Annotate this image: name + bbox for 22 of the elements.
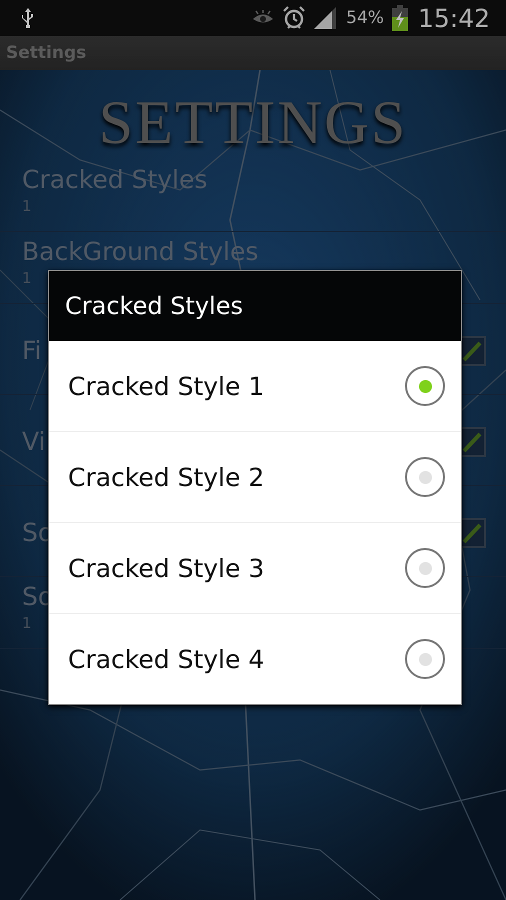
dialog-title: Cracked Styles xyxy=(65,292,243,320)
signal-icon xyxy=(314,7,338,29)
preference-title: Fi xyxy=(22,335,43,367)
style-option[interactable]: Cracked Style 3 xyxy=(49,522,461,613)
preference-summary: 1 xyxy=(22,613,33,633)
settings-heading: SETTINGS xyxy=(98,88,408,158)
preference-summary: 1 xyxy=(22,196,33,216)
radio-button[interactable] xyxy=(405,457,445,497)
preference-title: Cracked Styles xyxy=(22,164,208,196)
clock: 15:42 xyxy=(418,4,490,32)
battery-percentage: 54% xyxy=(346,8,384,28)
alarm-clock-icon xyxy=(282,6,306,30)
style-option[interactable]: Cracked Style 2 xyxy=(49,431,461,522)
preference-title: Vi xyxy=(22,426,46,458)
style-option[interactable]: Cracked Style 1 xyxy=(49,341,461,431)
usb-icon xyxy=(20,7,36,29)
radio-button[interactable] xyxy=(405,548,445,588)
preference-title: BackGround Styles xyxy=(22,236,260,268)
radio-button[interactable] xyxy=(405,639,445,679)
battery-icon xyxy=(392,5,408,31)
radio-button[interactable] xyxy=(405,366,445,406)
style-option[interactable]: Cracked Style 4 xyxy=(49,613,461,704)
